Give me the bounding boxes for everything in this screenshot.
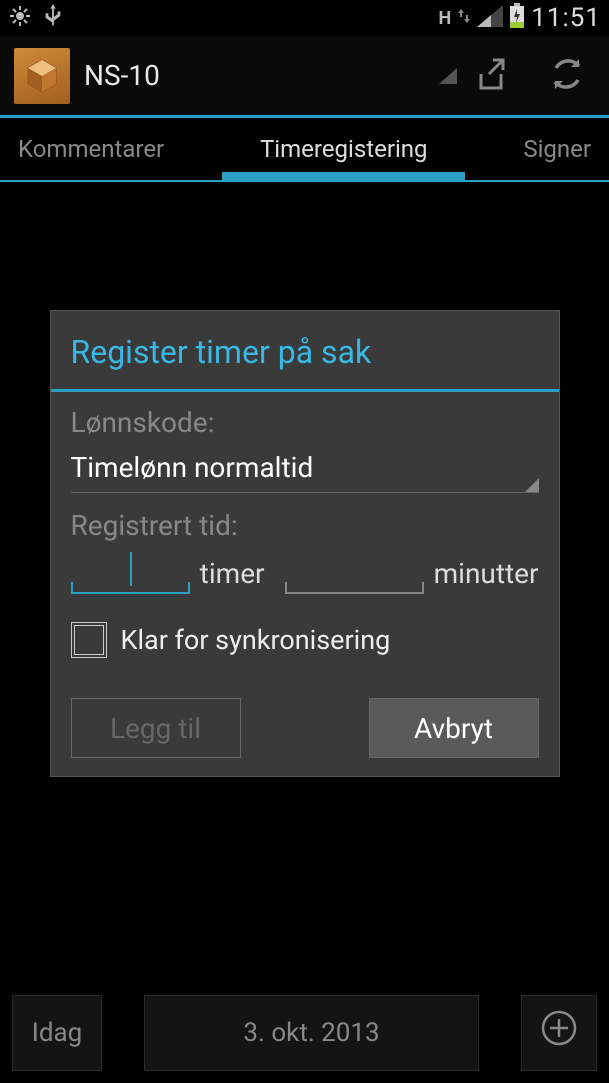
- network-type-label: H: [439, 8, 452, 29]
- usb-icon: [42, 2, 64, 34]
- wagecode-value: Timelønn normaltid: [71, 451, 539, 484]
- checkbox-icon[interactable]: [71, 622, 107, 658]
- sync-ready-label: Klar for synkronisering: [121, 624, 391, 656]
- action-bar: NS-10: [0, 36, 609, 118]
- wagecode-label: Lønnskode:: [71, 406, 539, 439]
- data-arrows-icon: [457, 7, 471, 29]
- dropdown-triangle-icon: [525, 478, 539, 492]
- status-bar: H 11:51: [0, 0, 609, 36]
- dialog-title: Register timer på sak: [51, 311, 559, 389]
- plus-icon: [539, 1008, 579, 1058]
- gps-icon: [8, 4, 32, 32]
- share-icon[interactable]: [471, 54, 511, 98]
- tab-sign[interactable]: Signer: [465, 118, 609, 180]
- text-cursor: [130, 552, 132, 586]
- add-button[interactable]: [521, 995, 597, 1071]
- hours-input[interactable]: [71, 548, 190, 594]
- tab-label: Timeregistering: [260, 135, 428, 163]
- date-label: 3. okt. 2013: [243, 1018, 379, 1048]
- cancel-button[interactable]: Avbryt: [369, 698, 539, 758]
- date-button[interactable]: 3. okt. 2013: [144, 995, 479, 1071]
- registered-time-label: Registrert tid:: [71, 509, 539, 542]
- add-button: Legg til: [71, 698, 241, 758]
- minutes-unit-label: minutter: [434, 557, 539, 590]
- register-time-dialog: Register timer på sak Lønnskode: Timeløn…: [50, 310, 560, 777]
- tab-label: Signer: [523, 135, 591, 163]
- today-button[interactable]: Idag: [12, 995, 102, 1071]
- battery-charging-icon: [509, 3, 525, 33]
- app-icon[interactable]: [14, 48, 70, 104]
- wagecode-dropdown[interactable]: Timelønn normaltid: [71, 445, 539, 493]
- tab-timeregistration[interactable]: Timeregistering: [222, 118, 465, 180]
- dropdown-indicator-icon: [439, 68, 457, 88]
- signal-icon: [477, 5, 503, 31]
- hours-unit-label: timer: [200, 557, 265, 590]
- tab-label: Kommentarer: [18, 135, 164, 163]
- minutes-input[interactable]: [285, 548, 424, 594]
- bottom-bar: Idag 3. okt. 2013: [0, 983, 609, 1083]
- clock: 11:51: [531, 3, 601, 33]
- refresh-icon[interactable]: [547, 54, 587, 98]
- cancel-button-label: Avbryt: [414, 712, 493, 745]
- today-label: Idag: [32, 1018, 82, 1048]
- tab-bar: Kommentarer Timeregistering Signer: [0, 118, 609, 182]
- sync-ready-checkbox-row[interactable]: Klar for synkronisering: [71, 622, 539, 658]
- add-button-label: Legg til: [110, 712, 201, 745]
- tab-comments[interactable]: Kommentarer: [0, 118, 222, 180]
